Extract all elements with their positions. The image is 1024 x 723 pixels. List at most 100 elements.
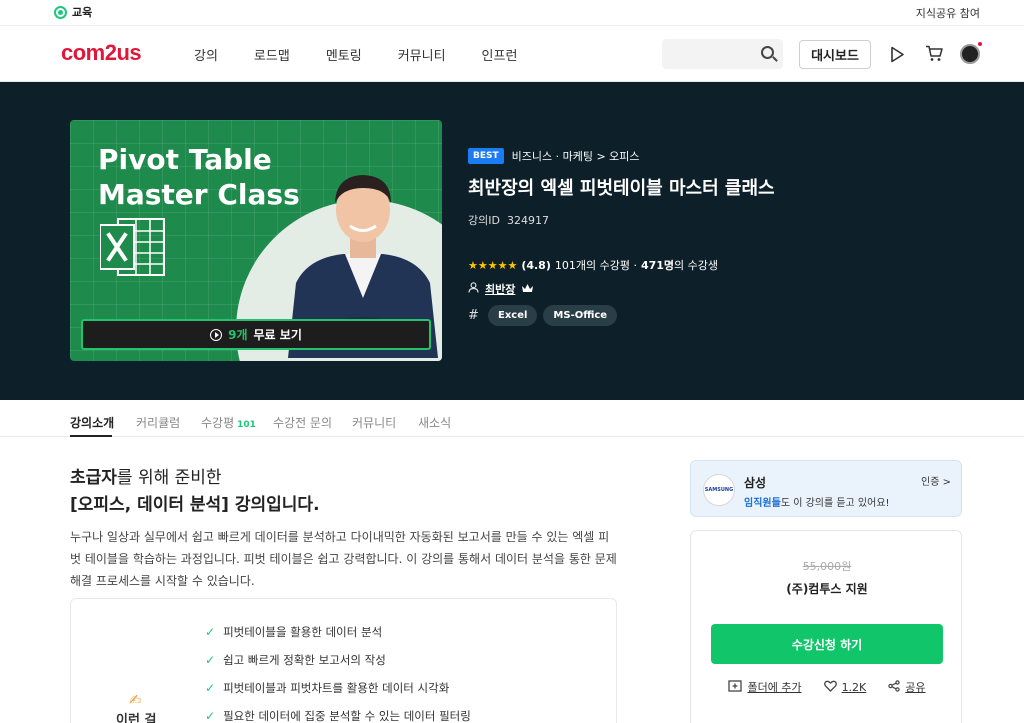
add-to-folder-label: 폴더에 추가	[747, 681, 802, 694]
course-id-value: 324917	[506, 214, 549, 227]
logo[interactable]: com2us	[61, 40, 142, 66]
free-preview-button[interactable]: 9개 무료 보기	[81, 319, 431, 350]
share-label: 공유	[905, 681, 926, 694]
original-price: 55,000원	[802, 560, 852, 573]
edu-label: 교육	[72, 6, 93, 19]
search-icon[interactable]	[761, 46, 774, 59]
excel-icon	[99, 217, 166, 281]
tab-community[interactable]: 커뮤니티	[352, 414, 396, 431]
course-id-label: 강의ID	[468, 214, 500, 227]
rating-stars: ★★★★★	[468, 258, 518, 272]
free-preview-count: 9개	[228, 328, 248, 342]
top-strip: 교육 지식공유 참여	[0, 0, 1024, 26]
learning-point: ✓ 피벗테이블과 피벗차트를 활용한 데이터 시각화	[205, 679, 471, 696]
tab-inquiry[interactable]: 수강전 문의	[273, 414, 332, 431]
sponsor-label: (주)컴투스 지원	[786, 582, 868, 596]
tab-curriculum[interactable]: 커리큘럼	[136, 414, 180, 431]
dashboard-button[interactable]: 대시보드	[799, 40, 871, 69]
instructor-row: 최반장	[468, 281, 534, 297]
intro-headline-1-rest: 를 위해 준비한	[116, 468, 222, 488]
best-badge: BEST	[468, 148, 504, 164]
play-icon[interactable]	[890, 46, 905, 67]
learning-points-box: ✍ 이런 걸 ✓ 피벗테이블을 활용한 데이터 분석 ✓ 쉽고 빠르게 정확한 보고…	[70, 598, 617, 723]
check-icon: ✓	[205, 680, 216, 695]
review-count[interactable]: 101개의 수강평 ·	[555, 257, 637, 273]
company-desc-rest: 도 이 강의를 듣고 있어요!	[780, 498, 890, 509]
tab-reviews[interactable]: 수강평 101	[201, 414, 256, 431]
thumbnail-title-line1: Pivot Table	[98, 143, 272, 176]
course-id: 강의ID 324917	[468, 212, 775, 228]
course-hero: Pivot Table Master Class 9개 무료 보기 BEST 비…	[0, 82, 1024, 400]
learning-point: ✓ 쉽고 빠르게 정확한 보고서의 작성	[205, 651, 471, 668]
edu-link[interactable]: 교육	[54, 4, 92, 20]
rating-value: (4.8)	[521, 258, 551, 272]
add-to-folder-button[interactable]: 폴더에 추가	[728, 679, 802, 695]
intro-headline-2: [오피스, 데이터 분석] 강의입니다.	[70, 495, 320, 515]
student-suffix: 의 수강생	[674, 259, 719, 272]
verify-link[interactable]: 인증 >	[921, 473, 951, 488]
learning-points: ✓ 피벗테이블을 활용한 데이터 분석 ✓ 쉽고 빠르게 정확한 보고서의 작성 ✓…	[205, 623, 471, 723]
tab-intro[interactable]: 강의소개	[70, 414, 114, 431]
category-row: BEST 비즈니스 · 마케팅 > 오피스	[468, 148, 775, 164]
tag-ms-office[interactable]: MS-Office	[543, 305, 618, 326]
samsung-logo: SAMSUNG	[703, 474, 735, 506]
company-name: 삼성	[744, 476, 767, 490]
share-icon	[888, 679, 900, 695]
share-knowledge-link[interactable]: 지식공유 참여	[916, 5, 980, 21]
learning-point: ✓ 필요한 데이터에 집중 분석할 수 있는 데이터 필터링	[205, 707, 471, 723]
like-button[interactable]: 1.2K	[823, 679, 867, 695]
avatar[interactable]	[960, 44, 980, 64]
nav-item-lectures[interactable]: 강의	[194, 45, 218, 64]
course-title: 최반장의 엑셀 피벗테이블 마스터 클래스	[468, 178, 775, 199]
learning-point-text: 쉽고 빠르게 정확한 보고서의 작성	[223, 652, 386, 667]
card-actions: 폴더에 추가 1.2K 공유	[691, 679, 963, 695]
notification-dot	[978, 42, 982, 46]
nav-item-community[interactable]: 커뮤니티	[398, 45, 446, 64]
price-card: 55,000원 (주)컴투스 지원 수강신청 하기 폴더에 추가 1.2K 공유	[690, 530, 962, 723]
thumbnail-title: Pivot Table Master Class	[98, 142, 300, 212]
nav-item-mentoring[interactable]: 멘토링	[326, 45, 362, 64]
intro-headline-1: 초급자를 위해 준비한	[70, 463, 222, 488]
check-icon: ✓	[205, 708, 216, 723]
heart-icon	[823, 680, 837, 695]
course-tabs: 강의소개 커리큘럼 수강평 101 수강전 문의 커뮤니티 새소식	[0, 400, 1024, 437]
check-icon: ✓	[205, 652, 216, 667]
learning-point-text: 피벗테이블과 피벗차트를 활용한 데이터 시각화	[223, 680, 450, 695]
search-input[interactable]	[662, 39, 783, 69]
edu-icon	[54, 5, 67, 19]
pencil-icon: ✍	[129, 691, 142, 709]
like-count: 1.2K	[841, 680, 867, 694]
learning-point: ✓ 피벗테이블을 활용한 데이터 분석	[205, 623, 471, 640]
tab-reviews-label: 수강평	[201, 416, 235, 430]
tab-news[interactable]: 새소식	[418, 414, 451, 431]
tags-row: # Excel MS-Office	[468, 305, 618, 326]
enroll-button[interactable]: 수강신청 하기	[711, 624, 943, 664]
nav-item-roadmap[interactable]: 로드맵	[254, 45, 290, 64]
instructor-name[interactable]: 최반장	[485, 281, 515, 297]
tag-excel[interactable]: Excel	[488, 305, 538, 326]
category-breadcrumb[interactable]: 비즈니스 · 마케팅 > 오피스	[512, 148, 640, 164]
main-nav: com2us 강의 로드맵 멘토링 커뮤니티 인프런 대시보드	[0, 26, 1024, 82]
folder-plus-icon	[728, 679, 743, 695]
target-level: 초급자	[70, 468, 117, 488]
nav-menu: 강의 로드맵 멘토링 커뮤니티 인프런	[194, 45, 553, 64]
course-description: 누구나 일상과 실무에서 쉽고 빠르게 데이터를 분석하고 다이내믹한 자동화된…	[70, 530, 617, 588]
share-button[interactable]: 공유	[888, 679, 926, 695]
learning-point-text: 피벗테이블을 활용한 데이터 분석	[223, 624, 383, 639]
course-info: BEST 비즈니스 · 마케팅 > 오피스 최반장의 엑셀 피벗테이블 마스터 …	[468, 148, 775, 326]
crown-icon	[521, 283, 534, 296]
active-tab-indicator	[70, 435, 112, 437]
learning-point-text: 필요한 데이터에 집중 분석할 수 있는 데이터 필터링	[223, 708, 471, 723]
hashtag-icon: #	[468, 308, 479, 323]
company-description: 임직원들도 이 강의를 듣고 있어요!	[744, 494, 890, 509]
student-count: 471명	[640, 259, 675, 272]
cart-icon[interactable]	[925, 45, 943, 62]
company-desc-emphasis: 임직원들	[744, 498, 781, 509]
play-circle-icon	[210, 328, 223, 341]
nav-item-inflearn[interactable]: 인프런	[482, 45, 518, 64]
check-icon: ✓	[205, 624, 216, 639]
thumbnail-title-line2: Master Class	[98, 178, 300, 211]
company-card: SAMSUNG 삼성 인증 > 임직원들도 이 강의를 듣고 있어요!	[690, 460, 962, 517]
course-thumbnail[interactable]: Pivot Table Master Class 9개 무료 보기	[70, 120, 442, 361]
rating-row: ★★★★★ (4.8) 101개의 수강평 · 471명 의 수강생	[468, 257, 718, 273]
